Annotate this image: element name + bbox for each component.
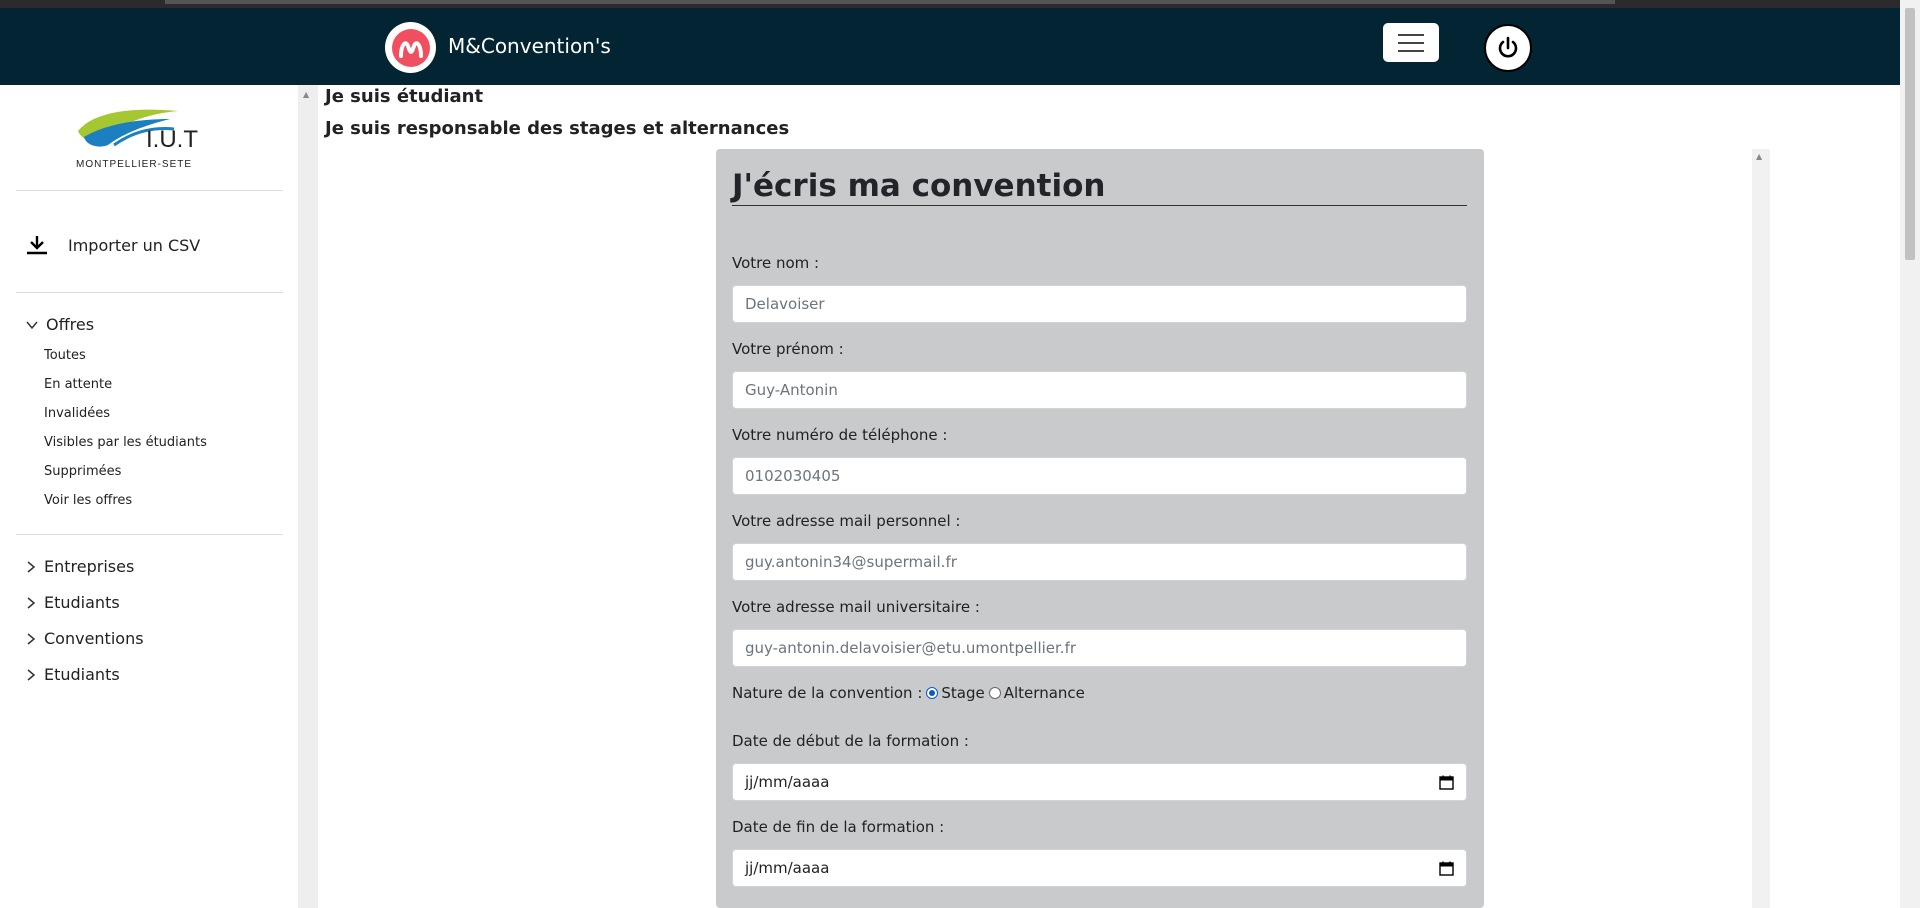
page-scrollbar-thumb[interactable] (1905, 8, 1915, 260)
iut-logo-text: I.U.T (146, 126, 198, 153)
telephone-label: Votre numéro de téléphone : (732, 426, 948, 444)
nature-label: Nature de la convention : (732, 684, 923, 702)
date-fin-input[interactable]: jj/mm/aaaa (732, 849, 1467, 887)
form-title: J'écris ma convention (732, 167, 1467, 206)
brand-logo[interactable] (385, 22, 436, 73)
brand-name[interactable]: M&Convention's (448, 34, 611, 58)
alternance-radio[interactable] (988, 687, 1001, 699)
divider (16, 292, 283, 293)
sidebar-item-invalidees[interactable]: Invalidées (44, 406, 110, 421)
frame-scrollbar[interactable]: ▲ (1752, 149, 1770, 908)
scroll-up-icon[interactable]: ▲ (1756, 152, 1762, 161)
prenom-input[interactable] (732, 371, 1467, 409)
sidebar-group-label: Offres (46, 315, 95, 334)
sidebar-group-label: Conventions (44, 629, 144, 648)
sidebar-group-etudiants[interactable]: Etudiants (26, 593, 120, 612)
mail-perso-input[interactable] (732, 543, 1467, 581)
mail-perso-label: Votre adresse mail personnel : (732, 512, 961, 530)
brand-logo-mark (391, 28, 430, 67)
chevron-down-icon (26, 321, 38, 329)
sidebar: I.U.T MONTPELLIER-SETE Importer un CSV O… (0, 85, 298, 908)
sidebar-group-label: Etudiants (44, 665, 120, 684)
hamburger-icon-bar (1398, 33, 1424, 36)
hamburger-icon-bar (1398, 49, 1424, 52)
import-csv-link[interactable]: Importer un CSV (26, 235, 200, 255)
mail-univ-label: Votre adresse mail universitaire : (732, 598, 980, 616)
alternance-radio-label[interactable]: Alternance (1004, 684, 1085, 702)
sidebar-group-label: Etudiants (44, 593, 120, 612)
prenom-label: Votre prénom : (732, 340, 844, 358)
nom-label: Votre nom : (732, 254, 820, 272)
sidebar-item-visibles[interactable]: Visibles par les étudiants (44, 435, 207, 450)
date-debut-input[interactable]: jj/mm/aaaa (732, 763, 1467, 801)
power-icon (1498, 36, 1518, 58)
date-fin-label: Date de fin de la formation : (732, 818, 945, 836)
calendar-icon[interactable] (1439, 775, 1454, 790)
divider (16, 534, 283, 535)
sidebar-group-label: Entreprises (44, 557, 135, 576)
telephone-input[interactable] (732, 457, 1467, 495)
stage-radio[interactable] (926, 687, 939, 699)
browser-tab-strip (0, 0, 1920, 8)
power-button[interactable] (1484, 24, 1532, 72)
m-logo-icon (398, 40, 423, 58)
sidebar-item-supprimees[interactable]: Supprimées (44, 464, 121, 479)
date-debut-value: jj/mm/aaaa (745, 773, 830, 791)
page-scrollbar[interactable] (1900, 0, 1920, 908)
sidebar-group-etudiants-2[interactable]: Etudiants (26, 665, 120, 684)
sidebar-item-toutes[interactable]: Toutes (44, 348, 86, 363)
menu-toggle-button[interactable] (1383, 23, 1439, 62)
sidebar-group-entreprises[interactable]: Entreprises (26, 557, 134, 576)
role-student-link[interactable]: Je suis étudiant (325, 86, 483, 107)
iut-logo-subtitle: MONTPELLIER-SETE (76, 159, 192, 170)
iut-logo: I.U.T MONTPELLIER-SETE (74, 101, 224, 173)
date-debut-label: Date de début de la formation : (732, 732, 969, 750)
scroll-up-icon[interactable]: ▲ (303, 90, 309, 99)
chevron-right-icon (27, 596, 36, 609)
mail-univ-input[interactable] (732, 629, 1467, 667)
date-fin-value: jj/mm/aaaa (745, 859, 830, 877)
sidebar-group-offres[interactable]: Offres (26, 315, 94, 334)
iut-logo-graphic: I.U.T MONTPELLIER-SETE (76, 109, 198, 170)
content-scrollbar[interactable]: ▲ (298, 85, 318, 908)
import-csv-label: Importer un CSV (68, 235, 201, 255)
nature-row: Nature de la convention : Stage Alternan… (732, 684, 1085, 702)
role-manager-link[interactable]: Je suis responsable des stages et altern… (325, 118, 789, 139)
chevron-right-icon (27, 560, 36, 573)
nom-input[interactable] (732, 285, 1467, 323)
sidebar-group-conventions[interactable]: Conventions (26, 629, 144, 648)
stage-radio-label[interactable]: Stage (941, 684, 984, 702)
chevron-right-icon (27, 668, 36, 681)
hamburger-icon-bar (1398, 41, 1424, 44)
chevron-right-icon (27, 632, 36, 645)
top-navbar: M&Convention's (0, 8, 1900, 85)
convention-form: J'écris ma convention Votre nom : Votre … (716, 149, 1484, 908)
calendar-icon[interactable] (1439, 861, 1454, 876)
sidebar-item-voir-offres[interactable]: Voir les offres (44, 493, 132, 508)
divider (16, 190, 283, 191)
browser-tabbar (165, 0, 1615, 4)
sidebar-item-en-attente[interactable]: En attente (44, 377, 112, 392)
download-icon (27, 236, 47, 255)
